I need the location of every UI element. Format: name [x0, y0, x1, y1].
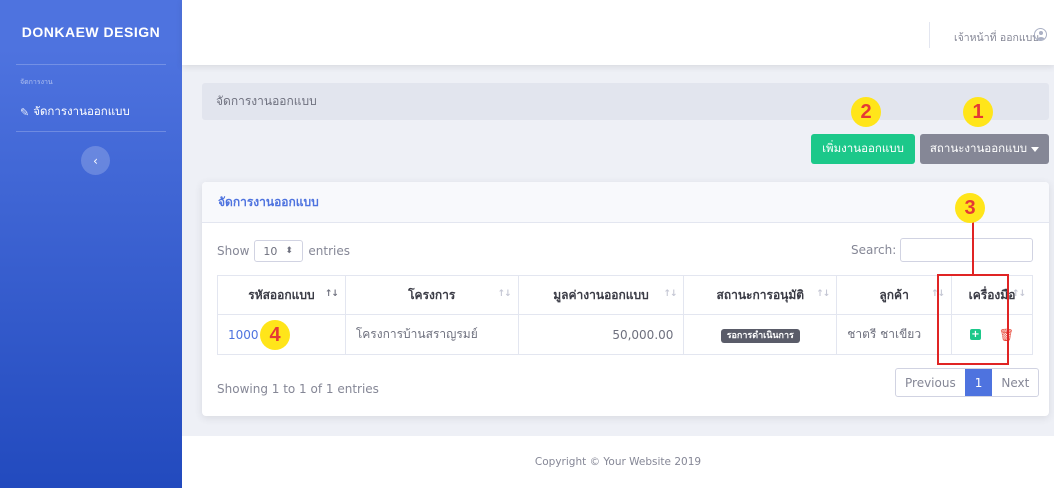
sidebar-heading: จัดการงาน: [20, 78, 53, 86]
pagination: Previous 1 Next: [895, 368, 1040, 397]
cell-project: โครงการบ้านสราญรมย์: [344, 314, 519, 355]
breadcrumb: จัดการงานออกแบบ: [202, 83, 1049, 120]
column-header-customer[interactable]: ลูกค้า ↑↓: [836, 275, 953, 315]
sidebar-item-design-management[interactable]: ✎ จัดการงานออกแบบ: [20, 103, 130, 121]
sidebar-divider: [16, 131, 166, 132]
column-header-project[interactable]: โครงการ ↑↓: [344, 275, 519, 315]
sidebar-toggle-button[interactable]: ‹: [81, 146, 110, 175]
page-length-control: Show 10 ⬍ entries: [217, 240, 350, 262]
search-label: Search:: [851, 243, 897, 257]
brand-logo[interactable]: DONKAEW DESIGN: [0, 0, 182, 64]
annotation-highlight-box: [937, 274, 1009, 365]
status-badge: รอการดำเนินการ: [720, 329, 800, 343]
card-title: จัดการงานออกแบบ: [202, 182, 1049, 223]
design-table-card: จัดการงานออกแบบ Show 10 ⬍ entries Search…: [202, 182, 1049, 416]
page-length-select[interactable]: 10 ⬍: [254, 240, 304, 262]
page-length-value: 10: [263, 244, 278, 258]
sort-icon: ↑↓: [324, 289, 339, 299]
chevron-left-icon: ‹: [93, 153, 98, 168]
sidebar-item-label: จัดการงานออกแบบ: [33, 104, 130, 118]
pagination-previous[interactable]: Previous: [896, 369, 965, 396]
sort-icon: ↑↓: [663, 289, 677, 299]
cell-customer: ชาตรี ชาเขียว: [836, 314, 953, 355]
sort-icon: ↑↓: [1011, 289, 1026, 299]
pagination-next[interactable]: Next: [992, 369, 1038, 396]
design-id-link[interactable]: 1000: [228, 328, 259, 342]
search-input[interactable]: [900, 238, 1033, 262]
breadcrumb-item: จัดการงานออกแบบ: [216, 94, 317, 108]
column-header-design-id[interactable]: รหัสออกแบบ ↑↓: [217, 275, 346, 315]
pencil-icon: ✎: [20, 105, 30, 119]
caret-down-icon: [1031, 146, 1040, 152]
callout-badge-1: 1: [963, 97, 993, 127]
sort-icon: ↑↓: [497, 289, 512, 299]
design-status-dropdown-label: สถานะงานออกแบบ: [929, 141, 1028, 155]
sidebar: DONKAEW DESIGN จัดการงาน ✎ จัดการงานออกแ…: [0, 0, 182, 488]
topbar-divider: [929, 22, 930, 48]
table-info: Showing 1 to 1 of 1 entries: [217, 382, 379, 396]
callout-badge-2: 2: [851, 97, 881, 127]
add-design-button[interactable]: เพิ่มงานออกแบบ: [811, 134, 915, 164]
add-design-button-label: เพิ่มงานออกแบบ: [822, 141, 904, 155]
table-header-row: รหัสออกแบบ ↑↓ โครงการ ↑↓ มูลค่างานออกแบบ…: [217, 275, 1033, 315]
callout-badge-4: 4: [260, 320, 290, 350]
pagination-page-1[interactable]: 1: [964, 369, 993, 396]
cell-design-value: 50,000.00: [517, 314, 685, 355]
column-header-approval-status[interactable]: สถานะการอนุมัติ ↑↓: [683, 275, 838, 315]
sort-icon: ↑↓: [816, 289, 830, 299]
footer-copyright: Copyright © Your Website 2019: [534, 456, 702, 468]
footer: Copyright © Your Website 2019: [182, 436, 1054, 488]
user-name[interactable]: เจ้าหน้าที่ ออกแบบ: [954, 29, 1039, 46]
table-row: 1000 โครงการบ้านสราญรมย์ 50,000.00 รอการ…: [217, 314, 1033, 355]
user-circle-icon[interactable]: [1034, 28, 1047, 41]
entries-label: entries: [308, 244, 350, 258]
show-label: Show: [217, 244, 250, 258]
annotation-line: [972, 222, 974, 274]
select-arrows-icon: ⬍: [285, 246, 293, 256]
callout-badge-3: 3: [955, 193, 985, 223]
design-status-dropdown[interactable]: สถานะงานออกแบบ: [920, 134, 1049, 164]
column-header-design-value[interactable]: มูลค่างานออกแบบ ↑↓: [517, 275, 685, 315]
design-table: รหัสออกแบบ ↑↓ โครงการ ↑↓ มูลค่างานออกแบบ…: [217, 275, 1033, 355]
cell-approval-status: รอการดำเนินการ: [683, 314, 838, 355]
sidebar-divider: [16, 64, 166, 65]
topbar: เจ้าหน้าที่ ออกแบบ: [182, 0, 1054, 65]
